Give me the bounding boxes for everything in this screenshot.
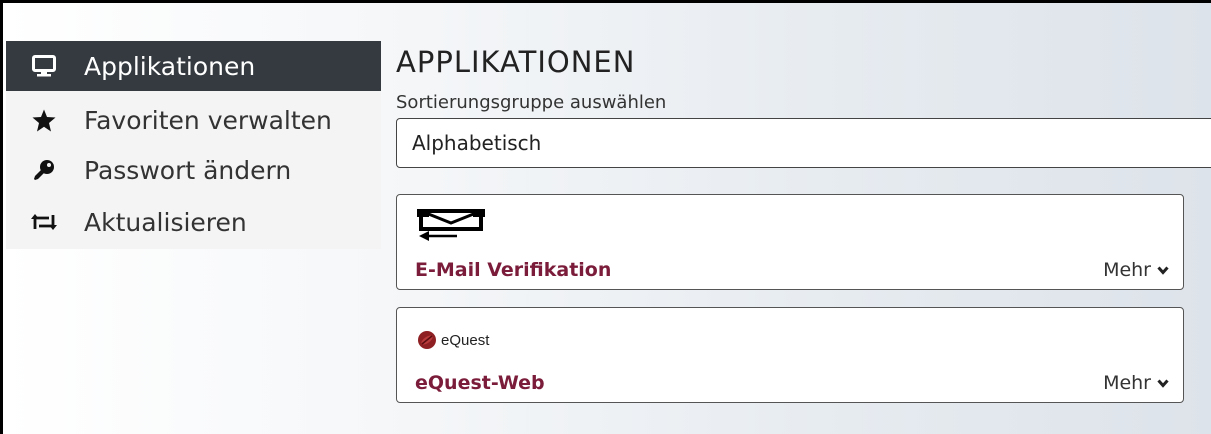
equest-logo-icon — [418, 331, 436, 349]
app-frame: Applikationen Favoriten verwalten Passwo… — [0, 0, 1211, 434]
sidebar-item-label: Favoriten verwalten — [84, 105, 332, 135]
sort-group-value: Alphabetisch — [412, 131, 542, 155]
sidebar-item-label: Applikationen — [84, 51, 256, 81]
chevron-down-icon — [1157, 378, 1169, 388]
monitor-icon — [24, 55, 64, 77]
app-card: E-Mail Verifikation Mehr — [396, 194, 1184, 290]
sidebar-item-applikationen[interactable]: Applikationen — [6, 41, 381, 91]
key-icon — [24, 159, 64, 181]
sort-group-select[interactable]: Alphabetisch — [396, 118, 1211, 168]
sidebar-item-label: Passwort ändern — [84, 155, 292, 185]
app-card: eQuest eQuest-Web Mehr — [396, 307, 1184, 403]
more-button[interactable]: Mehr — [1103, 372, 1169, 394]
more-label: Mehr — [1103, 259, 1151, 281]
sidebar-item-favoriten[interactable]: Favoriten verwalten — [6, 95, 381, 145]
star-icon — [24, 109, 64, 132]
sidebar: Applikationen Favoriten verwalten Passwo… — [6, 41, 381, 249]
sidebar-item-aktualisieren[interactable]: Aktualisieren — [6, 197, 381, 247]
app-name-link[interactable]: E-Mail Verifikation — [415, 259, 611, 281]
page-title: APPLIKATIONEN — [396, 45, 636, 79]
more-button[interactable]: Mehr — [1103, 259, 1169, 281]
sidebar-item-passwort[interactable]: Passwort ändern — [6, 145, 381, 195]
sidebar-item-label: Aktualisieren — [84, 207, 247, 237]
chevron-down-icon — [1157, 265, 1169, 275]
app-name-link[interactable]: eQuest-Web — [415, 372, 545, 394]
mail-return-icon — [417, 209, 485, 245]
equest-logo: eQuest — [417, 330, 489, 350]
sort-group-label: Sortierungsgruppe auswählen — [396, 92, 667, 113]
equest-logo-text: eQuest — [441, 331, 490, 349]
more-label: Mehr — [1103, 372, 1151, 394]
refresh-icon — [24, 213, 64, 231]
